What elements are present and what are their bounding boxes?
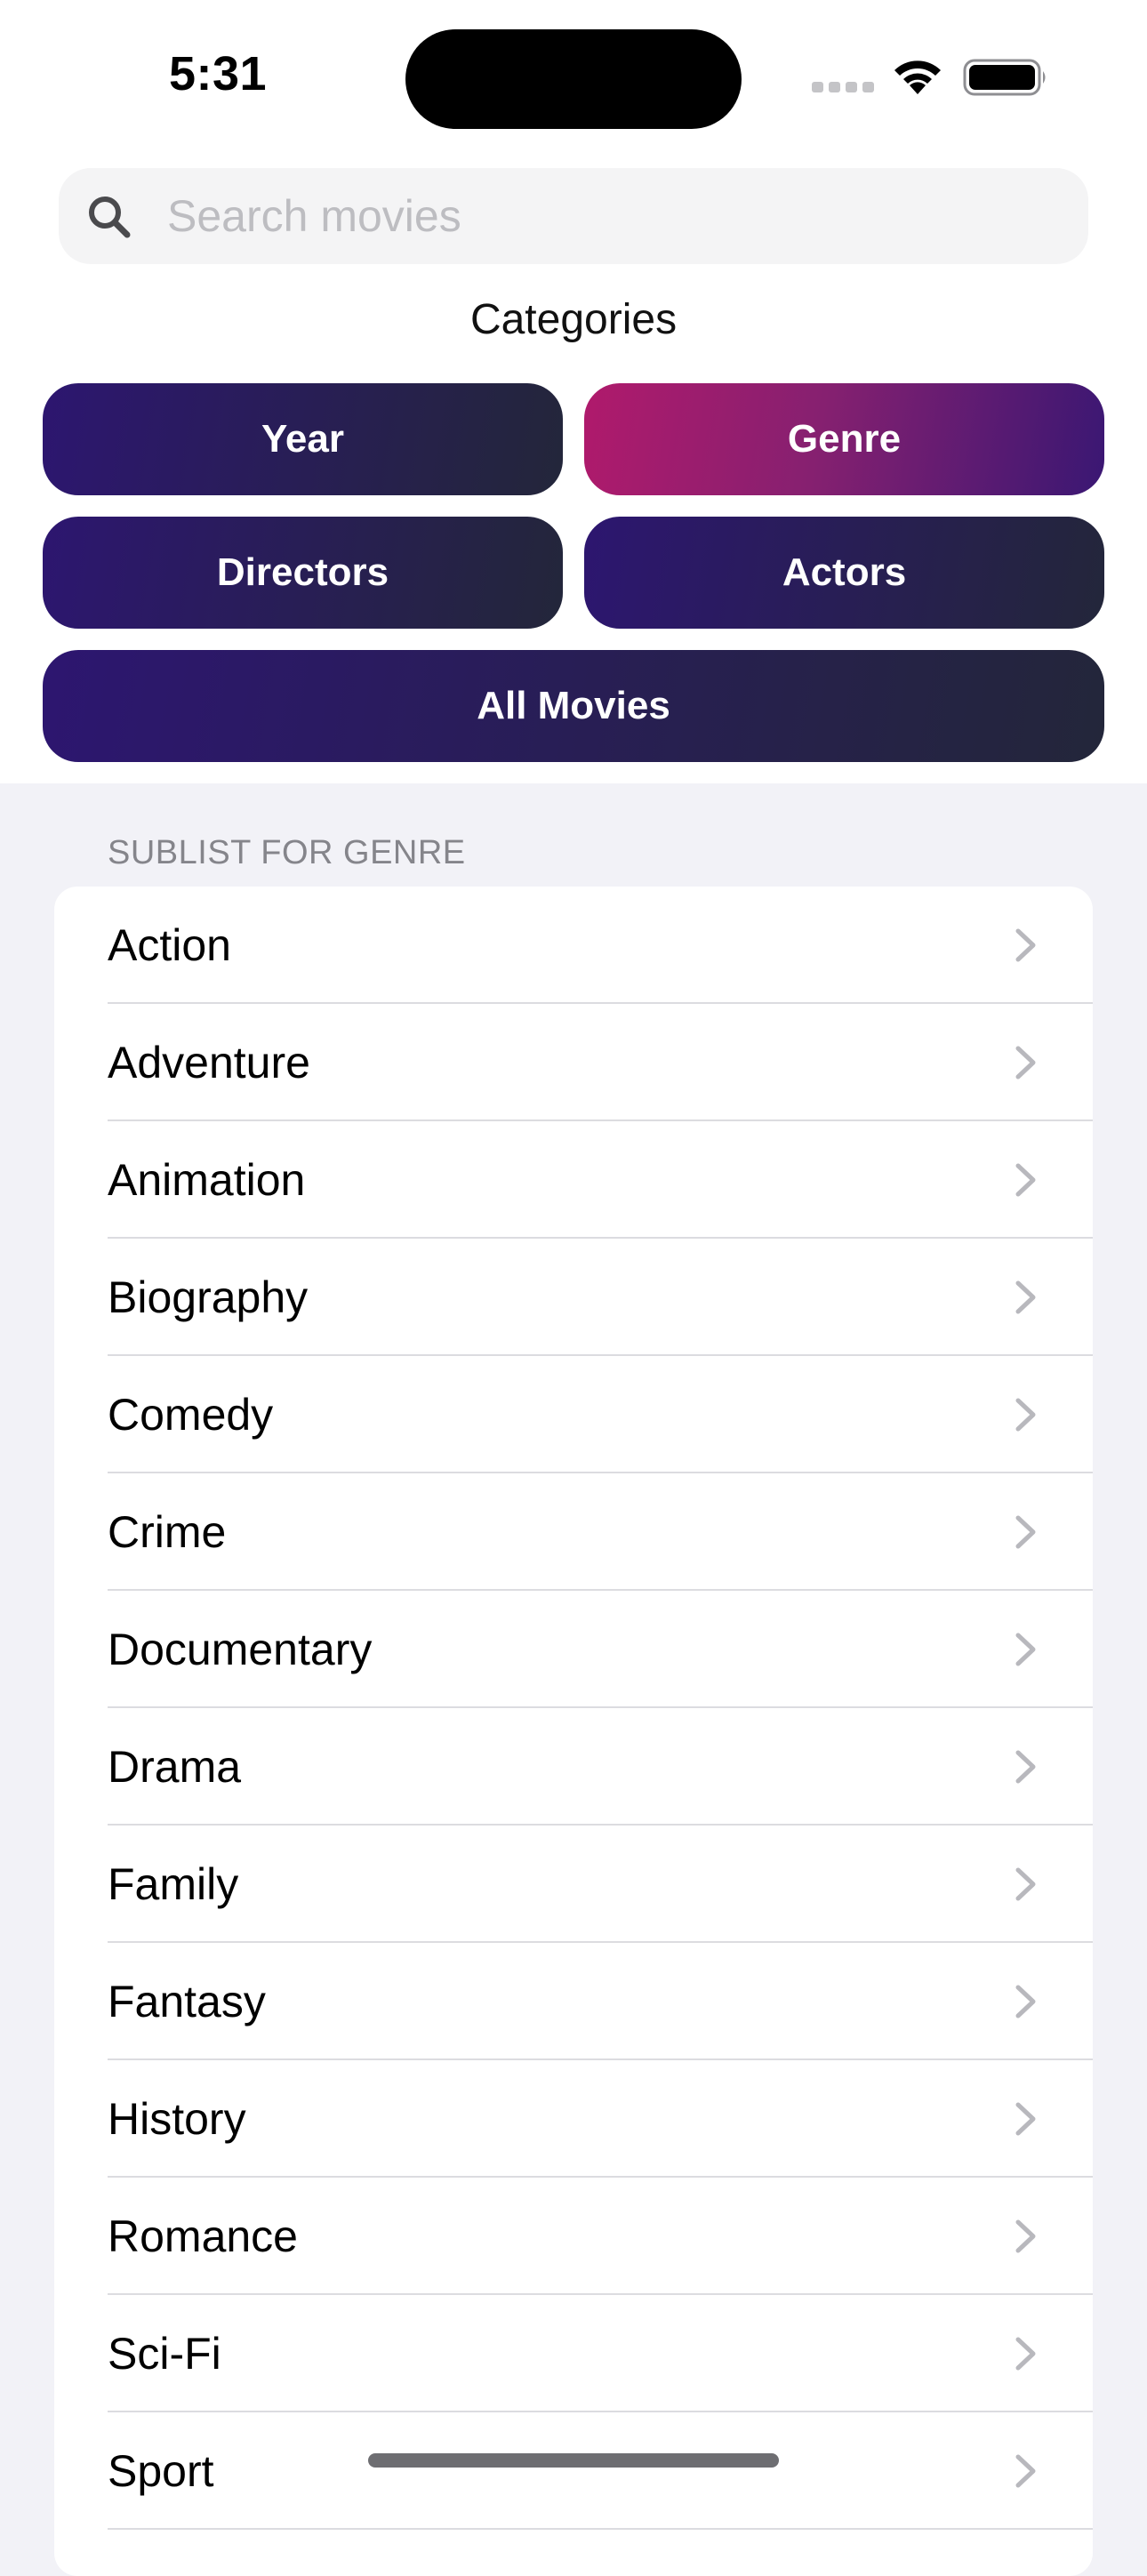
list-item-label: Action bbox=[108, 920, 231, 970]
chevron-right-icon bbox=[1015, 1398, 1036, 1432]
chevron-right-icon bbox=[1015, 1046, 1036, 1079]
row-divider bbox=[108, 2528, 1093, 2530]
list-item[interactable]: Animation bbox=[54, 1121, 1093, 1239]
header-area: 5:31 Categories Year Genre Directors Act… bbox=[0, 0, 1147, 783]
sublist-header: SUBLIST FOR GENRE bbox=[108, 834, 466, 871]
cellular-signal-icon bbox=[812, 82, 874, 92]
chevron-right-icon bbox=[1015, 2219, 1036, 2253]
list-item-label: Animation bbox=[108, 1155, 306, 1205]
list-item-label: Fantasy bbox=[108, 1977, 266, 2026]
dynamic-island bbox=[405, 29, 742, 129]
list-item-label: Documentary bbox=[108, 1625, 373, 1674]
search-icon bbox=[89, 197, 131, 238]
all-movies-button[interactable]: All Movies bbox=[43, 650, 1104, 762]
list-item-label: Sci-Fi bbox=[108, 2329, 221, 2379]
list-item[interactable]: Sci-Fi bbox=[54, 2295, 1093, 2412]
directors-button[interactable]: Directors bbox=[43, 517, 563, 629]
list-item-label: Family bbox=[108, 1859, 239, 1909]
chevron-right-icon bbox=[1015, 2102, 1036, 2136]
year-button[interactable]: Year bbox=[43, 383, 563, 495]
list-item[interactable]: Drama bbox=[54, 1708, 1093, 1826]
chevron-right-icon bbox=[1015, 1867, 1036, 1901]
chevron-right-icon bbox=[1015, 1515, 1036, 1549]
list-item-label: Adventure bbox=[108, 1038, 310, 1087]
chevron-right-icon bbox=[1015, 2454, 1036, 2488]
chevron-right-icon bbox=[1015, 1985, 1036, 2018]
list-item-label: Sport bbox=[108, 2446, 214, 2496]
chevron-right-icon bbox=[1015, 2337, 1036, 2371]
list-item[interactable]: Documentary bbox=[54, 1591, 1093, 1708]
battery-icon bbox=[963, 59, 1046, 96]
list-item[interactable]: Adventure bbox=[54, 1004, 1093, 1121]
chevron-right-icon bbox=[1015, 1633, 1036, 1666]
chevron-right-icon bbox=[1015, 1280, 1036, 1314]
list-item[interactable]: Biography bbox=[54, 1239, 1093, 1356]
list-item[interactable]: History bbox=[54, 2060, 1093, 2178]
list-item[interactable]: Family bbox=[54, 1826, 1093, 1943]
list-item-label: Crime bbox=[108, 1507, 227, 1557]
list-item[interactable]: Fantasy bbox=[54, 1943, 1093, 2060]
status-time: 5:31 bbox=[169, 47, 268, 100]
chevron-right-icon bbox=[1015, 1163, 1036, 1197]
list-item[interactable]: Sport bbox=[54, 2412, 1093, 2530]
list-item-label: Biography bbox=[108, 1272, 309, 1322]
list-item[interactable]: Comedy bbox=[54, 1356, 1093, 1473]
wifi-icon bbox=[894, 60, 941, 94]
list-item[interactable]: Romance bbox=[54, 2178, 1093, 2295]
actors-button[interactable]: Actors bbox=[584, 517, 1104, 629]
chevron-right-icon bbox=[1015, 1750, 1036, 1784]
chevron-right-icon bbox=[1015, 928, 1036, 962]
categories-title: Categories bbox=[469, 296, 678, 343]
genre-list: Action Adventure Animation Biography Comedy C… bbox=[54, 887, 1093, 2576]
search-bar[interactable] bbox=[59, 168, 1088, 264]
genre-button[interactable]: Genre bbox=[584, 383, 1104, 495]
list-item-label: History bbox=[108, 2094, 246, 2144]
search-input[interactable] bbox=[167, 168, 1056, 264]
list-item-label: Comedy bbox=[108, 1390, 274, 1440]
home-indicator[interactable] bbox=[368, 2453, 779, 2468]
list-item-label: Romance bbox=[108, 2211, 298, 2261]
list-item[interactable]: Action bbox=[54, 887, 1093, 1004]
list-item-label: Drama bbox=[108, 1742, 242, 1792]
list-item[interactable]: Crime bbox=[54, 1473, 1093, 1591]
